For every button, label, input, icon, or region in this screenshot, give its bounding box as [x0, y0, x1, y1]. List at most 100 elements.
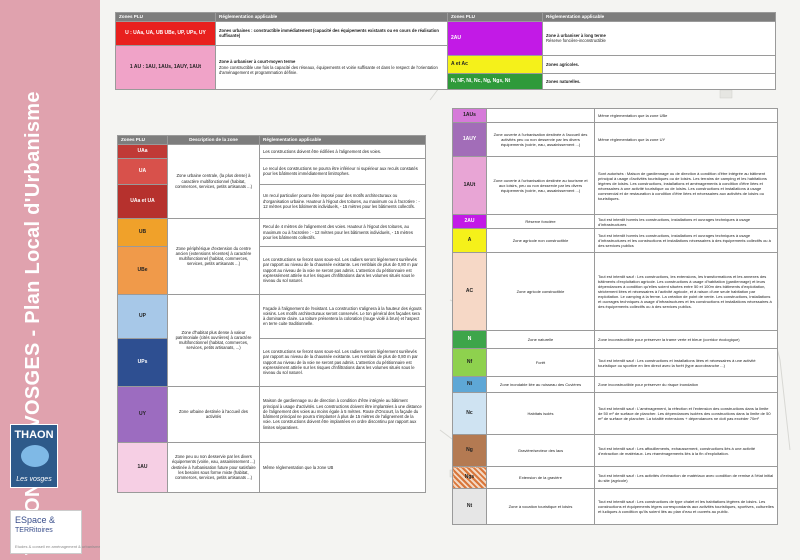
table-row: 1AUY Zone ouverte à l'urbanisation desti… — [452, 122, 778, 157]
partner-logo: ESpace & TERRitoires Etudes & conseil en… — [10, 510, 101, 554]
zone-families-table: Zones PLU Réglementation applicable Zone… — [115, 12, 776, 90]
zone-rule-cell: Sont autorisés : Maison de gardiennage o… — [594, 156, 778, 215]
zone-rule-cell: Tout est interdit sauf : Les affouilleme… — [594, 434, 778, 467]
column-header: Description de la zone — [167, 135, 260, 145]
town-logo-name: THAON — [14, 429, 54, 441]
zone-desc-cell: Zone urbaine destinée à l'accueil des ac… — [167, 385, 260, 443]
zone-desc-cell: Zones naturelles. — [542, 72, 776, 90]
zone-desc-cell: Zone ouverte à l'urbanisation destinée à… — [486, 122, 595, 157]
zone-rule-cell: Maison de gardiennage ou de direction à … — [259, 385, 426, 443]
zone-rule-cell: Les constructions se feront sans sous-so… — [259, 245, 426, 295]
zone-code-cell: UP — [117, 293, 168, 339]
zone-desc-cell: Zone d'habitat plus dense à valeur patri… — [167, 293, 260, 387]
table-row: 1AU Zone peu ou non desservie par les di… — [117, 441, 426, 493]
column-header: Zones PLU — [115, 12, 216, 22]
zone-desc-cell: Zone naturelle — [486, 330, 595, 349]
partner-logo-line2: TERRitoires — [15, 527, 53, 534]
zone-code-cell: 1AUY — [452, 122, 487, 157]
zone-desc-cell: Zone agricole non constructible — [486, 228, 595, 253]
table-row: Nf Forêt Tout est interdit sauf : Les co… — [452, 348, 778, 377]
table-row: N Zone naturelle Zone inconstructible po… — [452, 330, 778, 349]
town-logo-sub: Les vosges — [16, 476, 52, 483]
zone-code-cell: UA — [117, 157, 168, 185]
table-row: UAa Zone urbaine centrale, (la plus dens… — [117, 143, 426, 219]
other-zones-table: 1AUs Même réglementation que la zone UBe… — [452, 108, 778, 525]
zone-code-cell: UY — [117, 385, 168, 443]
table-row: Ni Zone inondable liée au ruisseau des C… — [452, 376, 778, 393]
zone-rule-cell: Recul de 4 mètres de l'alignement des vo… — [259, 217, 426, 247]
zone-rule-cell: Tout est interdit sauf : Les constructio… — [594, 252, 778, 331]
zone-rule-cell: Tout est interdit hormis les constructio… — [594, 214, 778, 229]
zone-rule-cell: Même réglementation que la zone UB — [259, 441, 426, 493]
zone-code-cell: Nt — [452, 488, 487, 525]
zone-desc-cell: Extension de la gravière — [486, 466, 595, 489]
zone-desc-cell: Zone agricole constructible — [486, 252, 595, 331]
table-header-row: Zones PLU Description de la zone Régleme… — [117, 135, 426, 145]
zone-rule-cell: Même réglementation que la zone UBe — [594, 108, 778, 123]
zone-desc-cell: Zone à urbaniser à long terme Réserve fon… — [542, 20, 776, 56]
table-row: UBe Les constructions se feront sans sou… — [117, 245, 426, 295]
column-header: Réglementation applicable — [542, 12, 776, 22]
table-row: A Zone agricole non constructible Tout e… — [452, 228, 778, 253]
zone-desc-cell: Réserve foncière — [486, 214, 595, 229]
zone-desc-cell: Zone ouverte à l'urbanisation destinée a… — [486, 156, 595, 215]
table-row: Ng Gravière/secteur des lacs Tout est in… — [452, 434, 778, 467]
zone-rule-cell: Un recul particulier pourra être imposé … — [259, 183, 426, 219]
zone-code-cell: Nf — [452, 348, 487, 377]
zone-desc-cell: Zone inondable liée au ruisseau des Cuvi… — [486, 376, 595, 393]
zone-desc-cell: Zones urbaines : constructible immédiate… — [215, 20, 448, 46]
table-row: 1AUs Même réglementation que la zone UBe — [452, 108, 778, 123]
zone-rule-cell: Les constructions doivent être édifiées … — [259, 143, 426, 159]
zone-rule-cell: Même réglementation que la zone UY — [594, 122, 778, 157]
zone-desc-cell: Zone urbaine centrale, (la plus dense) à… — [167, 143, 260, 219]
zone-code-cell: Nc — [452, 392, 487, 435]
zone-code-cell: Ni — [452, 376, 487, 393]
sidebar: THAON-LES-VOSGES - Plan Local d'Urbanism… — [0, 0, 101, 560]
table-row: AC Zone agricole constructible Tout est … — [452, 252, 778, 331]
table-row: U : UAa, UA, UB UBe, UP, UPs, UY Zones u… — [115, 20, 776, 56]
zone-rule-cell: Le recul des constructions ne pourra êtr… — [259, 157, 426, 185]
zone-rule-cell: Zone inconstructible pour préserver la t… — [594, 330, 778, 349]
table-header-row: Zones PLU Réglementation applicable Zone… — [115, 12, 776, 22]
zone-desc-cell: Gravière/secteur des lacs — [486, 434, 595, 467]
zone-code-cell: 2AU — [452, 214, 487, 229]
partner-logo-line3: Etudes & conseil en aménagement & urbani… — [15, 544, 101, 549]
zone-code-cell: UB — [117, 217, 168, 247]
column-header: Zones PLU — [117, 135, 168, 145]
zone-code-cell: UBe — [117, 245, 168, 295]
zone-rule-cell: Tout est interdit hormis les constructio… — [594, 228, 778, 253]
table-row: Nc Habitats isolés Tout est interdit sau… — [452, 392, 778, 435]
zone-rule-cell: Tout est interdit sauf : L'aménagement, … — [594, 392, 778, 435]
zone-code-cell: AC — [452, 252, 487, 331]
urban-zones-table: Zones PLU Description de la zone Régleme… — [117, 135, 426, 493]
zone-code-cell: UPs — [117, 337, 168, 387]
zone-rule-cell: Les constructions se feront sans sous-so… — [259, 337, 426, 387]
table-row: Nt Zone à vocation touristique et loisir… — [452, 488, 778, 525]
table-row: UY Zone urbaine destinée à l'accueil des… — [117, 385, 426, 443]
zone-rule-cell: Tout est interdit sauf : Les constructio… — [594, 348, 778, 377]
zone-desc-cell — [486, 108, 595, 123]
zone-code-cell: A et Ac — [447, 54, 543, 74]
zone-code-cell: 2AU — [447, 20, 543, 56]
zone-code-cell: Ngs — [452, 466, 487, 489]
zone-code-cell: A — [452, 228, 487, 253]
table-row: Ngs Extension de la gravière Tout est in… — [452, 466, 778, 489]
table-row: UB Zone périphérique d'extension du cent… — [117, 217, 426, 295]
zone-desc-cell: Zone à vocation touristique et loisirs — [486, 488, 595, 525]
zone-code-cell: U : UAa, UA, UB UBe, UP, UPs, UY — [115, 20, 216, 46]
zone-desc-cell: Habitats isolés — [486, 392, 595, 435]
table-row: UP Zone d'habitat plus dense à valeur pa… — [117, 293, 426, 387]
town-logo-emblem-icon — [21, 445, 49, 467]
column-header: Réglementation applicable — [259, 135, 426, 145]
zone-rule-cell: Tout est interdit sauf : Les constructio… — [594, 488, 778, 525]
zone-rule-cell: Tout est interdit sauf : Les activités d… — [594, 466, 778, 489]
zone-code-cell: N — [452, 330, 487, 349]
zone-code-cell: 1 AU : 1AU, 1AUs, 1AUY, 1AUt — [115, 44, 216, 90]
column-header: Zones PLU — [447, 12, 543, 22]
zone-desc-cell: Zone peu ou non desservie par les divers… — [167, 441, 260, 493]
zone-code-cell: Ng — [452, 434, 487, 467]
table-row: 1AUt Zone ouverte à l'urbanisation desti… — [452, 156, 778, 215]
zone-code-cell: UAa — [117, 143, 168, 159]
zone-desc-cell: Zone à urbaniser à court-moyen terme Zone… — [215, 44, 448, 90]
town-logo: THAON Les vosges — [10, 424, 58, 488]
